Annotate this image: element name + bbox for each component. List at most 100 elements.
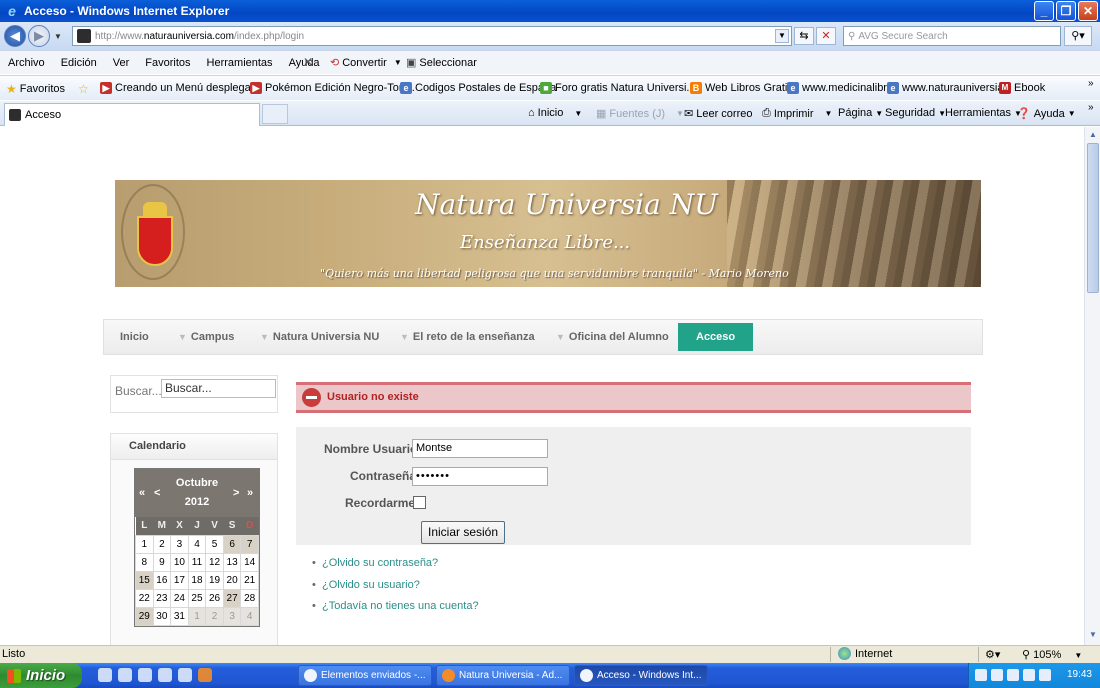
tray-icon[interactable] — [1039, 669, 1051, 681]
calendar-day[interactable]: 20 — [222, 570, 242, 590]
calendar-day[interactable]: 14 — [240, 552, 259, 572]
nav-oficina-alumno[interactable]: ▼ Oficina del Alumno — [556, 320, 669, 354]
calendar-day[interactable]: 3 — [170, 534, 189, 554]
calendar-day[interactable]: 28 — [240, 588, 259, 608]
word-quicklaunch-icon[interactable] — [138, 668, 152, 682]
home-button[interactable]: ⌂ Inicio ▼ — [528, 107, 582, 119]
calendar-day-other-month[interactable]: 3 — [222, 606, 242, 626]
calendar-day[interactable]: 10 — [170, 552, 189, 572]
calendar-day[interactable]: 7 — [240, 534, 259, 554]
calendar-day[interactable]: 27 — [222, 588, 242, 608]
remember-checkbox[interactable] — [413, 496, 426, 509]
menu-archivo[interactable]: Archivo — [0, 57, 53, 69]
calendar-day[interactable]: 8 — [135, 552, 154, 572]
favorites-button[interactable]: ★ Favoritos — [6, 82, 65, 96]
print-button[interactable]: ⎙ Imprimir ▼ — [762, 107, 832, 120]
nav-campus[interactable]: ▼ Campus — [178, 320, 234, 354]
close-button[interactable]: ✕ — [1078, 1, 1098, 21]
forgot-username-link[interactable]: ¿Olvido su usuario? — [312, 579, 479, 601]
protected-mode-icon[interactable]: ⚙▾ — [985, 648, 1000, 661]
favorite-link-3[interactable]: e Codigos Postales de España — [400, 82, 556, 94]
calendar-day[interactable]: 24 — [170, 588, 189, 608]
next-month-button[interactable]: > — [233, 487, 239, 499]
ie-quicklaunch-icon[interactable] — [118, 668, 132, 682]
register-link[interactable]: ¿Todavía no tienes una cuenta? — [312, 600, 479, 622]
vertical-scrollbar[interactable]: ▲ ▼ — [1084, 127, 1100, 645]
scroll-up-icon[interactable]: ▲ — [1087, 129, 1099, 141]
calendar-day-other-month[interactable]: 2 — [205, 606, 224, 626]
toolbar-close-icon[interactable]: ✕ — [303, 55, 313, 69]
favorite-link-2[interactable]: ▶ Pokémon Edición Negro-Torr... — [250, 82, 415, 94]
favorite-link-8[interactable]: M Ebook — [999, 82, 1045, 94]
tools-menu-button[interactable]: Herramientas ▼ — [945, 107, 1022, 119]
history-dropdown-icon[interactable]: ▼ — [54, 32, 62, 41]
calendar-day[interactable]: 12 — [205, 552, 224, 572]
calendar-day[interactable]: 30 — [152, 606, 172, 626]
tab-acceso[interactable]: Acceso — [4, 103, 260, 126]
firefox-quicklaunch-icon[interactable] — [198, 668, 212, 682]
taskbar-button-firefox[interactable]: Natura Universia - Ad... — [436, 665, 570, 686]
nav-reto-ensenanza[interactable]: ▼ El reto de la enseñanza — [400, 320, 535, 354]
calendar-day[interactable]: 5 — [205, 534, 224, 554]
site-search-input[interactable]: Buscar... — [161, 379, 276, 398]
calendar-day[interactable]: 9 — [152, 552, 172, 572]
tray-icon[interactable] — [991, 669, 1003, 681]
nav-inicio[interactable]: Inicio — [120, 320, 149, 354]
refresh-button[interactable]: ⇆ — [794, 27, 814, 45]
favorite-link-1[interactable]: ▶ Creando un Menú desplega... — [100, 82, 260, 94]
feeds-button[interactable]: ▦ Fuentes (J) ▼ — [596, 107, 684, 121]
scroll-down-icon[interactable]: ▼ — [1087, 629, 1099, 641]
tray-icon[interactable] — [1023, 669, 1035, 681]
help-menu-button[interactable]: ❓ Ayuda ▼ — [1017, 107, 1076, 121]
calendar-day[interactable]: 4 — [187, 534, 207, 554]
maximize-button[interactable]: ❐ — [1056, 1, 1076, 21]
menu-favoritos[interactable]: Favoritos — [137, 57, 198, 69]
read-mail-button[interactable]: ✉ Leer correo — [684, 107, 752, 121]
calendar-day[interactable]: 16 — [152, 570, 172, 590]
seleccionar-button[interactable]: ▣ Seleccionar — [406, 56, 477, 70]
security-zone[interactable]: Internet — [838, 647, 892, 660]
calendar-day[interactable]: 22 — [135, 588, 154, 608]
calendar-day[interactable]: 11 — [187, 552, 207, 572]
forgot-password-link[interactable]: ¿Olvido su contraseña? — [312, 557, 479, 579]
back-button[interactable]: ◀ — [4, 25, 26, 47]
favorite-link-5[interactable]: B Web Libros Gratis — [690, 82, 793, 94]
calendar-day[interactable]: 1 — [135, 534, 154, 554]
calendar-day[interactable]: 15 — [135, 570, 154, 590]
zoom-control[interactable]: ⚲ 105% ▼ — [1022, 648, 1082, 661]
address-dropdown-icon[interactable]: ▼ — [775, 29, 789, 43]
minimize-button[interactable]: _ — [1034, 1, 1054, 21]
menu-ver[interactable]: Ver — [105, 57, 138, 69]
favorite-link-6[interactable]: e www.medicinalibre — [787, 82, 893, 94]
address-bar[interactable]: http://www.naturauniversia.com/index.php… — [72, 26, 792, 46]
security-menu-button[interactable]: Seguridad ▼ — [885, 107, 946, 119]
menu-herramientas[interactable]: Herramientas — [199, 57, 281, 69]
start-button[interactable]: Inicio — [0, 663, 82, 688]
page-menu-button[interactable]: Página ▼ — [838, 107, 883, 119]
tray-arrow-icon[interactable] — [975, 669, 987, 681]
stop-button[interactable]: ✕ — [816, 27, 836, 45]
calendar-day[interactable]: 2 — [152, 534, 172, 554]
chevron-more-icon[interactable]: » — [1088, 78, 1094, 89]
show-desktop-icon[interactable] — [98, 668, 112, 682]
calendar-day[interactable]: 13 — [222, 552, 242, 572]
calendar-day[interactable]: 21 — [240, 570, 259, 590]
calendar-day[interactable]: 29 — [135, 606, 154, 626]
ie-quicklaunch-icon[interactable] — [158, 668, 172, 682]
search-input[interactable]: ⚲ AVG Secure Search — [843, 26, 1061, 46]
login-submit-button[interactable]: Iniciar sesión — [421, 521, 505, 544]
favorite-link-7[interactable]: e www.naturauniversia — [887, 82, 1004, 94]
calendar-day-other-month[interactable]: 1 — [187, 606, 207, 626]
scroll-thumb[interactable] — [1087, 143, 1099, 293]
username-field[interactable]: Montse — [412, 439, 548, 458]
tray-icon[interactable] — [1007, 669, 1019, 681]
calendar-day[interactable]: 6 — [222, 534, 242, 554]
next-year-button[interactable]: » — [247, 487, 253, 499]
convertir-button[interactable]: ⟲ Convertir ▼ — [330, 56, 402, 70]
calendar-day[interactable]: 25 — [187, 588, 207, 608]
search-button[interactable]: ⚲▾ — [1064, 26, 1092, 46]
favorite-link-4[interactable]: ■ Foro gratis Natura Universi... — [540, 82, 696, 94]
nav-acceso[interactable]: Acceso — [678, 323, 754, 351]
taskbar-button-outlook[interactable]: Elementos enviados -... — [298, 665, 432, 686]
calendar-day[interactable]: 19 — [205, 570, 224, 590]
